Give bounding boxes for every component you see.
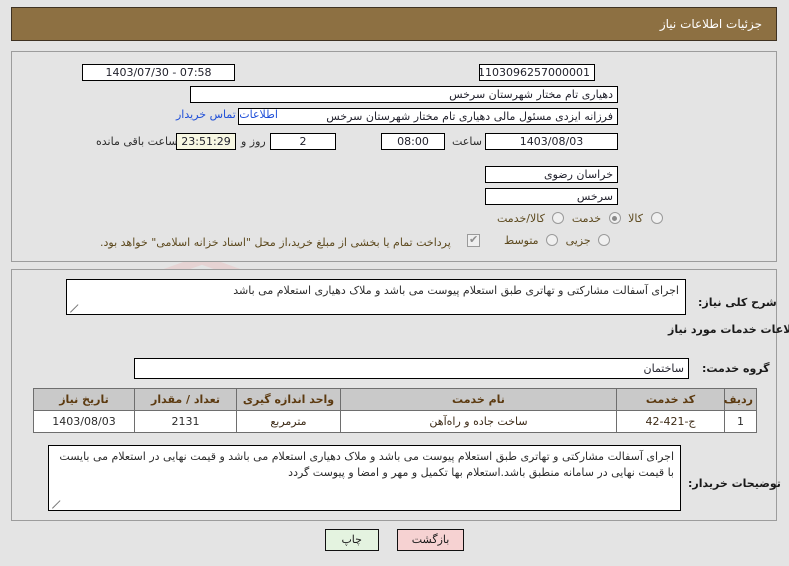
general-description-label: شرح کلی نیاز:	[698, 296, 777, 309]
subject-classification-group: کالا خدمت کالا/خدمت	[493, 211, 663, 225]
need-number-value[interactable]: 1103096257000001	[479, 64, 595, 81]
cell-unit: مترمربع	[236, 410, 341, 433]
resize-grip-icon[interactable]	[51, 500, 60, 509]
resize-grip-icon[interactable]	[69, 304, 78, 313]
reply-deadline-days[interactable]: 2	[270, 133, 336, 150]
col-service-name: نام خدمت	[340, 388, 617, 411]
cell-need-date: 1403/08/03	[33, 410, 135, 433]
col-unit: واحد اندازه گیری	[236, 388, 341, 411]
reply-deadline-time-label: ساعت	[452, 135, 482, 148]
radio-jozii[interactable]	[598, 234, 611, 246]
cell-row-no: 1	[724, 410, 757, 433]
buyer-notes-label: توضیحات خریدار:	[688, 477, 781, 490]
radio-kala-khedmat[interactable]	[552, 212, 565, 224]
radio-khedmat[interactable]	[608, 212, 621, 224]
announce-datetime-value[interactable]: 07:58 - 1403/07/30	[82, 64, 235, 81]
reply-deadline-date[interactable]: 1403/08/03	[485, 133, 618, 150]
radio-motevaset-label: متوسط	[504, 233, 539, 247]
buyer-contact-link[interactable]: اطلاعات تماس خریدار	[176, 108, 278, 121]
radio-kala-khedmat-label: کالا/خدمت	[497, 211, 545, 225]
treasury-docs-checkbox-label: پرداخت تمام یا بخشی از مبلغ خرید،از محل …	[100, 236, 451, 249]
page-titlebar: جزئیات اطلاعات نیاز	[11, 7, 777, 41]
service-group-label: گروه خدمت:	[702, 362, 770, 375]
radio-motevaset[interactable]	[546, 234, 559, 246]
reply-deadline-time[interactable]: 08:00	[381, 133, 445, 150]
cell-service-code: ج-421-42	[616, 410, 725, 433]
reply-deadline-remaining-label: ساعت باقی مانده	[96, 135, 178, 148]
reply-deadline-days-label: روز و	[241, 135, 266, 148]
buyer-notes-value[interactable]: اجرای آسفالت مشارکتی و تهاتری طبق استعلا…	[48, 445, 681, 511]
cell-service-name: ساخت جاده و راه‌آهن	[340, 410, 617, 433]
delivery-city-value[interactable]: سرخس	[485, 188, 618, 205]
titlebar-container: جزئیات اطلاعات نیاز	[0, 0, 789, 48]
service-group-value[interactable]: ساختمان	[134, 358, 689, 379]
radio-kala[interactable]	[650, 212, 663, 224]
col-row-no: ردیف	[724, 388, 757, 411]
print-button[interactable]: چاپ	[324, 529, 379, 551]
need-summary-panel	[11, 51, 777, 262]
treasury-docs-checkbox[interactable]	[467, 233, 480, 247]
purchase-process-group: جزیی متوسط	[500, 233, 611, 247]
radio-khedmat-label: خدمت	[571, 211, 602, 225]
buyer-notes-text: اجرای آسفالت مشارکتی و تهاتری طبق استعلا…	[59, 450, 674, 479]
radio-kala-label: کالا	[628, 211, 643, 225]
page-title: جزئیات اطلاعات نیاز	[659, 17, 762, 31]
table-header-row: ردیف کد خدمت نام خدمت واحد اندازه گیری ت…	[33, 388, 757, 411]
action-buttons-row: بازگشت چاپ	[0, 529, 789, 551]
general-description-text: اجرای آسفالت مشارکتی و تهاتری طبق استعلا…	[233, 284, 679, 297]
reply-deadline-countdown: 23:51:29	[176, 133, 236, 150]
table-row: 1 ج-421-42 ساخت جاده و راه‌آهن مترمربع 2…	[33, 410, 757, 433]
delivery-province-value[interactable]: خراسان رضوی	[485, 166, 618, 183]
radio-jozii-label: جزیی	[565, 233, 591, 247]
col-service-code: کد خدمت	[616, 388, 725, 411]
buyer-org-value[interactable]: دهیاری تام مختار شهرستان سرخس	[190, 86, 618, 103]
cell-quantity: 2131	[134, 410, 237, 433]
request-creator-value[interactable]: فرزانه ایزدی مسئول مالی دهیاری تام مختار…	[238, 108, 618, 125]
col-quantity: تعداد / مقدار	[134, 388, 237, 411]
service-items-table: ردیف کد خدمت نام خدمت واحد اندازه گیری ت…	[33, 388, 757, 433]
services-section-title: اطلاعات خدمات مورد نیاز	[668, 323, 789, 336]
back-button[interactable]: بازگشت	[396, 529, 465, 551]
general-description-value[interactable]: اجرای آسفالت مشارکتی و تهاتری طبق استعلا…	[66, 279, 686, 315]
col-need-date: تاریخ نیاز	[33, 388, 135, 411]
